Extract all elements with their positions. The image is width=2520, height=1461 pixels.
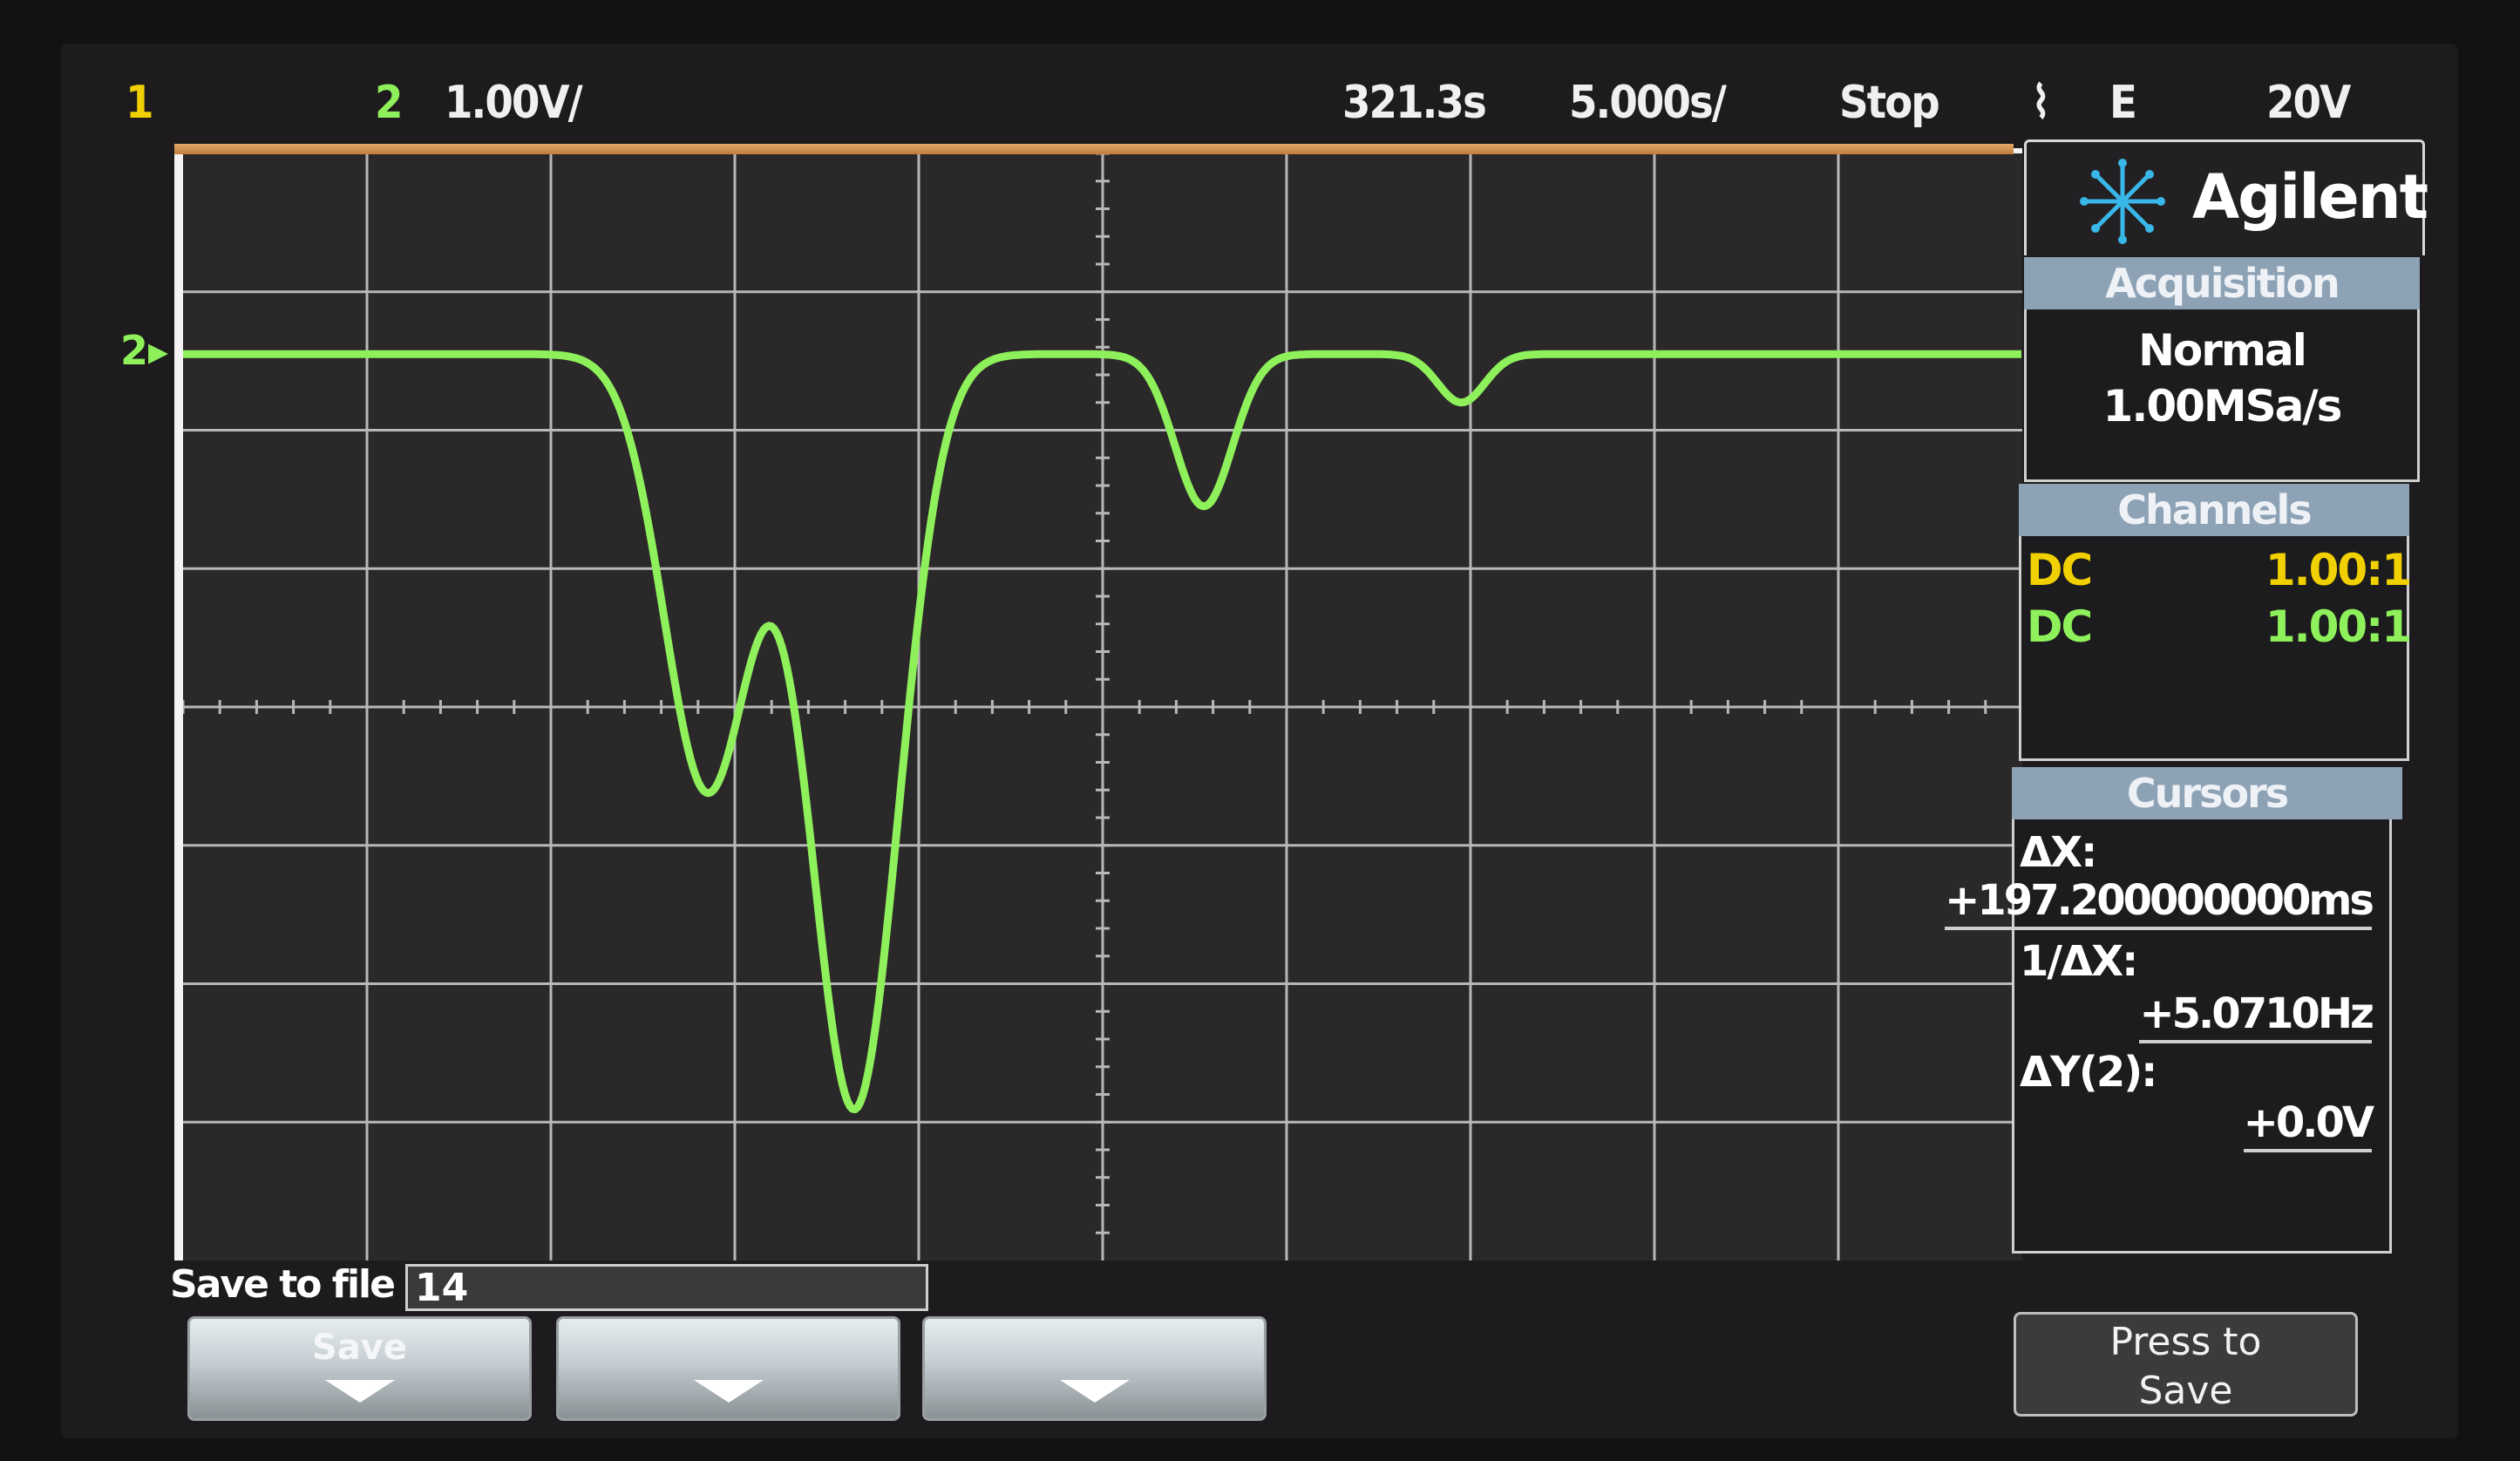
down-arrow-icon: [324, 1380, 395, 1403]
press-to-save-line1: Press to: [2109, 1320, 2262, 1364]
ground-arrow-icon: ▸: [148, 327, 169, 374]
channel-1-coupling: DC: [2027, 545, 2093, 595]
down-arrow-icon: [693, 1380, 764, 1403]
cursors-box: ΔX: +197.200000000ms 1/ΔX: +5.0710Hz ΔY(…: [1945, 819, 2392, 1254]
down-arrow-icon: [1059, 1380, 1130, 1403]
channel-2-row: DC 1.00:1: [2027, 601, 2412, 654]
agilent-logo-icon: [2080, 159, 2165, 244]
trigger-edge-icon: ⌇: [2031, 77, 2051, 129]
channel-2-probe: 1.00:1: [2265, 601, 2412, 652]
trigger-position-bar: [174, 144, 2014, 154]
cursors-header[interactable]: Cursors: [2012, 767, 2402, 819]
side-panel: Agilent Acquisition Normal 1.00MSa/s Cha…: [1945, 139, 2428, 1264]
inverse-delta-x-label: 1/ΔX:: [2020, 937, 2138, 986]
trigger-mode: E: [2109, 77, 2137, 129]
channel-1-row: DC 1.00:1: [2027, 545, 2412, 597]
waveform-display: [183, 153, 2022, 1261]
acquisition-mode: Normal: [2138, 325, 2307, 376]
press-to-save-line2: Save: [2138, 1369, 2233, 1413]
channel-2-coupling: DC: [2027, 601, 2093, 652]
graticule[interactable]: [174, 148, 2022, 1261]
delta-x-value: +197.200000000ms: [1945, 876, 2374, 930]
acquisition-box: Normal 1.00MSa/s: [2024, 309, 2420, 482]
delta-x-label: ΔX:: [2020, 828, 2097, 877]
channels-header[interactable]: Channels: [2019, 484, 2409, 536]
channel-1-probe: 1.00:1: [2265, 545, 2412, 595]
channel-2-indicator[interactable]: 2: [375, 77, 404, 129]
softkey-1[interactable]: Save: [187, 1316, 532, 1421]
press-to-save-button[interactable]: Press to Save: [2014, 1312, 2358, 1417]
time-scale: 5.000s/: [1569, 77, 1727, 129]
softkey-1-label: Save: [311, 1328, 407, 1368]
filename-input[interactable]: [405, 1264, 928, 1311]
brand-name: Agilent: [2192, 161, 2428, 233]
softkey-2[interactable]: [556, 1316, 900, 1421]
softkey-3[interactable]: [922, 1316, 1267, 1421]
status-bar: 1 2 1.00V/ 321.3s 5.000s/ Stop ⌇ E 20V: [122, 61, 2423, 148]
channel-2-ground-marker[interactable]: 2▸: [120, 327, 168, 374]
save-to-file-label: Save to file =: [170, 1262, 438, 1307]
channels-box: DC 1.00:1 DC 1.00:1: [2019, 536, 2412, 761]
delta-y-label: ΔY(2):: [2020, 1048, 2157, 1097]
trigger-level: 20V: [2266, 77, 2351, 129]
vertical-scale: 1.00V/: [445, 77, 583, 129]
delta-y-value: +0.0V: [2243, 1098, 2374, 1152]
brand-header: Agilent: [2024, 139, 2428, 255]
acquisition-header[interactable]: Acquisition: [2024, 257, 2420, 309]
sample-rate: 1.00MSa/s: [2102, 381, 2343, 432]
horizontal-position: 321.3s: [1342, 77, 1487, 129]
channel-2-marker-label: 2: [120, 327, 149, 374]
inverse-delta-x-value: +5.0710Hz: [2139, 989, 2374, 1043]
channel-1-indicator[interactable]: 1: [126, 77, 154, 129]
run-state: Stop: [1839, 77, 1940, 129]
